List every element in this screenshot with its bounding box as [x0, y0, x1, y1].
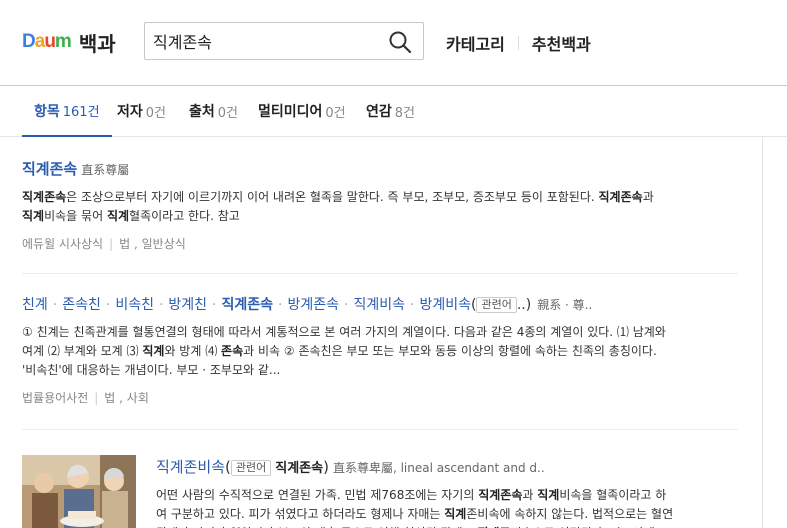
search-result: 친계 · 존속친 · 비속친 · 방계친 · 직계존속 · 방계존속 · 직계비속 · 방계비속(관련어..… [22, 294, 738, 406]
result-tabs: 항목 161건 저자 0건 출처 0건 멀티미디어 0건 연감 8건 [0, 86, 787, 137]
result-title-row: 직계존비속(관련어 직계존속) 直系尊卑屬, lineal ascendant an… [156, 458, 545, 476]
tab-authors[interactable]: 저자 0건 [117, 86, 166, 136]
meta-separator: | [109, 237, 114, 251]
result-link[interactable]: 방계친 [168, 297, 207, 313]
result-category[interactable]: 법 , 사회 [104, 391, 149, 405]
result-title-row: 직계존속 直系尊屬 [22, 158, 738, 179]
top-nav: 카테고리 추천백과 [446, 31, 591, 55]
result-category[interactable]: 법 , 일반상식 [119, 237, 186, 251]
tab-label: 멀티미디어 [258, 104, 323, 120]
highlight-term: 직계 [142, 344, 165, 358]
link-separator: · [105, 297, 111, 313]
result-description[interactable]: ① 친계는 친족관계를 혈통연결의 형태에 따라서 계통적으로 본 여러 가지의… [22, 323, 738, 380]
result-description[interactable]: 어떤 사람의 수직적으로 연결된 가족. 민법 제768조에는 자기의 직계존속… [156, 486, 716, 528]
highlight-term: 직계 [444, 507, 467, 521]
result-source[interactable]: 법률용어사전 [22, 391, 88, 405]
related-term-badge: 관련어 [476, 297, 517, 313]
related-term[interactable]: 직계존속 [275, 461, 323, 476]
result-hanja: 直系尊屬 [81, 163, 130, 177]
link-separator: · [410, 297, 415, 313]
link-separator: · [278, 297, 283, 313]
result-hanja: 直系尊卑屬, lineal ascendant and d.. [332, 461, 545, 475]
result-link[interactable]: 방계비속 [419, 297, 471, 313]
result-title[interactable]: 직계존속 [22, 160, 77, 178]
search-input[interactable] [153, 23, 383, 59]
search-result: 직계존비속(관련어 직계존속) 直系尊卑屬, lineal ascendant an… [156, 456, 716, 528]
result-title[interactable]: 직계존비속 [156, 458, 225, 476]
result-source[interactable]: 에듀윌 시사상식 [22, 237, 103, 251]
result-hanja: 親系 · 尊.. [537, 298, 593, 312]
result-link[interactable]: 직계비속 [353, 297, 405, 313]
tab-label: 출처 [189, 104, 215, 120]
tab-yearbook[interactable]: 연감 8건 [366, 86, 415, 136]
result-meta: 에듀윌 시사상식 | 법 , 일반상식 [22, 235, 738, 252]
meta-separator: | [94, 391, 99, 405]
tab-label: 항목 [34, 103, 60, 120]
highlight-term: 직계 [106, 209, 130, 223]
tab-count: 161건 [62, 105, 100, 120]
content-divider [762, 137, 763, 528]
nav-divider [517, 36, 519, 50]
tab-count: 0건 [325, 105, 346, 121]
search-icon[interactable] [387, 29, 413, 55]
link-separator: · [344, 297, 349, 313]
result-link[interactable]: 비속친 [115, 297, 154, 313]
nav-recommended[interactable]: 추천백과 [532, 31, 591, 55]
logo-title[interactable]: 백과 [79, 28, 116, 57]
tab-count: 0건 [217, 105, 238, 121]
result-description[interactable]: 직계존속은 조상으로부터 자기에 이르기까지 이어 내려온 혈족을 말한다. 즉… [22, 188, 738, 226]
result-link[interactable]: 직계존속 [222, 297, 274, 313]
link-separator: · [52, 297, 58, 313]
tab-label: 저자 [117, 104, 143, 120]
highlight-term: 직계존속 [22, 190, 67, 204]
link-separator: · [212, 297, 217, 313]
result-link-list: 친계 · 존속친 · 비속친 · 방계친 · 직계존속 · 방계존속 · 직계비속 · 방계비속(관련어..… [22, 297, 593, 313]
nav-category[interactable]: 카테고리 [446, 31, 505, 55]
ellipsis: .. [516, 297, 526, 313]
tab-count: 0건 [145, 105, 166, 121]
tab-multimedia[interactable]: 멀티미디어 0건 [258, 86, 346, 136]
search-result: 직계존속 直系尊屬 직계존속은 조상으로부터 자기에 이르기까지 이어 내려온 혈… [22, 158, 738, 252]
tab-items[interactable]: 항목 161건 [22, 86, 112, 137]
header: Daum 백과 카테고리 추천백과 [0, 0, 787, 86]
highlight-term: 존속 [221, 344, 244, 358]
result-divider [22, 429, 738, 430]
result-link[interactable]: 방계존속 [287, 297, 339, 313]
related-term-badge: 관련어 [230, 459, 272, 476]
tab-count: 8건 [394, 105, 415, 121]
daum-wordmark: Daum [22, 31, 72, 52]
link-separator: · [158, 297, 164, 313]
daum-logo[interactable]: Daum 백과 [22, 28, 116, 56]
result-meta: 법률용어사전 | 법 , 사회 [22, 389, 738, 406]
result-link[interactable]: 친계 [22, 297, 48, 313]
highlight-term: 직계 [22, 209, 45, 223]
highlight-term: 직계존속 [598, 190, 643, 204]
highlight-term: 직계존속 [478, 488, 523, 502]
result-thumbnail-image[interactable] [22, 455, 136, 528]
result-link[interactable]: 존속친 [62, 297, 101, 313]
highlight-term: 직계 [537, 488, 560, 502]
search-box [144, 22, 424, 60]
tab-label: 연감 [366, 104, 392, 120]
result-divider [22, 273, 738, 274]
tab-sources[interactable]: 출처 0건 [189, 86, 238, 136]
